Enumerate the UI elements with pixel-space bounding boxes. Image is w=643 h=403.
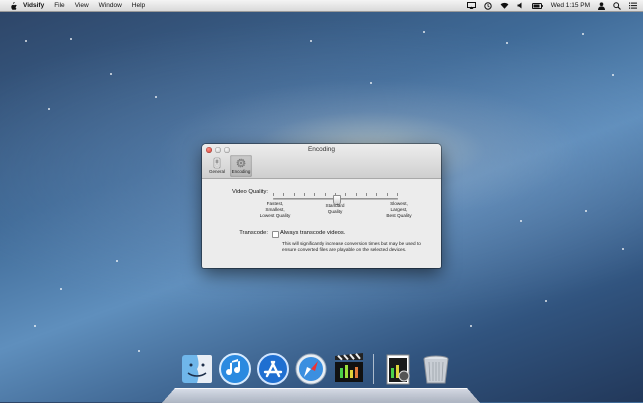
tab-encoding-label: Encoding xyxy=(231,169,251,174)
dock xyxy=(180,352,457,386)
quality-label-standard: Standard Quality xyxy=(325,203,345,214)
switch-icon xyxy=(211,156,223,169)
slider-tick xyxy=(283,193,284,196)
user-icon[interactable] xyxy=(598,1,605,10)
app-menu[interactable]: Vidsify xyxy=(23,0,44,11)
documents-stack-icon[interactable] xyxy=(381,352,415,386)
tab-general-label: General xyxy=(208,169,225,174)
finder-icon[interactable] xyxy=(180,352,214,386)
dock-separator xyxy=(373,354,374,384)
time-machine-icon[interactable] xyxy=(484,1,492,10)
always-transcode-label[interactable]: Always transcode videos. xyxy=(280,230,345,236)
transcode-note: This will significantly increase convers… xyxy=(282,241,421,252)
itunes-icon[interactable] xyxy=(218,352,252,386)
menu-view[interactable]: View xyxy=(75,0,89,11)
menu-clock[interactable]: Wed 1:15 PM xyxy=(551,2,590,9)
slider-tick xyxy=(314,193,315,196)
wifi-icon[interactable] xyxy=(500,2,509,9)
dock-shelf xyxy=(162,388,480,403)
menu-help[interactable]: Help xyxy=(132,0,145,11)
spotlight-search-icon[interactable] xyxy=(613,1,621,10)
slider-tick xyxy=(325,193,326,196)
notification-center-icon[interactable] xyxy=(629,2,637,9)
menu-extras: Wed 1:15 PM xyxy=(466,0,637,11)
tab-general[interactable]: General xyxy=(206,155,228,177)
window-titlebar[interactable]: Encoding General Encoding xyxy=(202,144,441,179)
slider-tick xyxy=(273,193,274,196)
menu-bar: Vidsify File View Window Help Wed 1:15 P… xyxy=(0,0,643,12)
menu-window[interactable]: Window xyxy=(99,0,122,11)
slider-tick xyxy=(387,193,388,196)
video-quality-label: Video Quality: xyxy=(232,189,268,195)
tab-encoding[interactable]: Encoding xyxy=(230,155,252,177)
slider-tick xyxy=(294,193,295,196)
slider-tick xyxy=(345,193,346,196)
airplay-icon[interactable] xyxy=(466,2,476,9)
menu-file[interactable]: File xyxy=(54,0,64,11)
window-title: Encoding xyxy=(307,146,336,153)
vidsify-icon[interactable] xyxy=(332,352,366,386)
transcode-label: Transcode: xyxy=(239,230,268,236)
preferences-toolbar: General Encoding xyxy=(206,155,252,177)
encoding-preferences-window: Encoding General Encoding Video Quality: xyxy=(202,144,441,268)
gear-icon xyxy=(235,156,247,168)
slider-tick xyxy=(376,193,377,196)
slider-tick xyxy=(356,193,357,196)
quality-label-fastest: Fastest, Smallest, Lowest Quality xyxy=(259,201,291,218)
trash-icon[interactable] xyxy=(419,352,453,386)
app-store-icon[interactable] xyxy=(256,352,290,386)
battery-icon[interactable] xyxy=(531,2,543,9)
always-transcode-checkbox[interactable] xyxy=(272,231,279,238)
safari-icon[interactable] xyxy=(294,352,328,386)
slider-tick xyxy=(366,193,367,196)
slider-tick xyxy=(304,193,305,196)
encoding-pane: Video Quality: Fastest, Smallest, Lowest… xyxy=(202,179,441,268)
slider-tick xyxy=(397,193,398,196)
volume-icon[interactable] xyxy=(517,2,524,9)
apple-menu-icon[interactable] xyxy=(9,1,17,10)
quality-label-best: Slowest, Largest, Best Quality xyxy=(386,201,412,218)
